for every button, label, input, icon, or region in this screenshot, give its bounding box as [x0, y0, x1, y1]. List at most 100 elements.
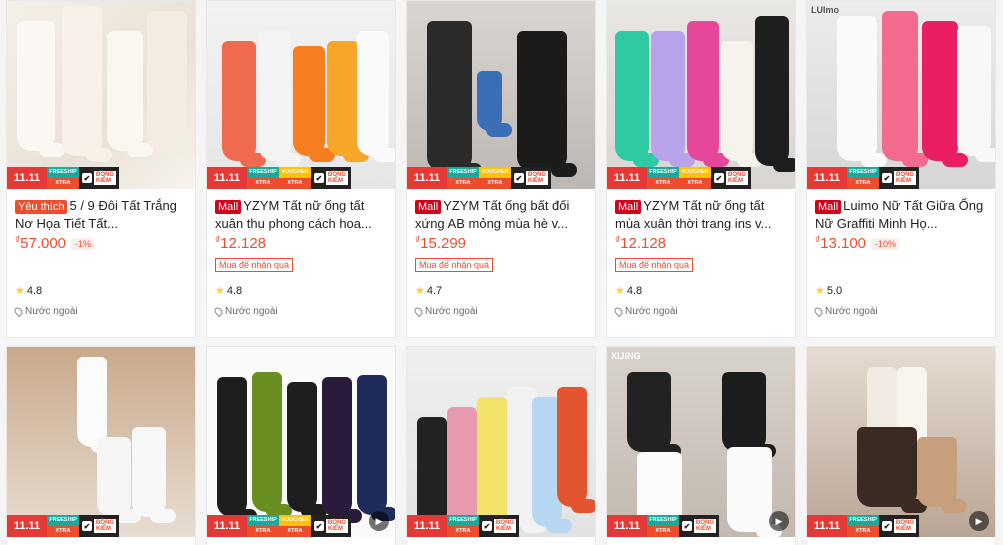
product-image[interactable]: LUImo 11.11 FREESHIP XTRA ✔ ĐỒNG KIỂM: [807, 1, 995, 189]
freeship-xtra-badge: FREESHIP XTRA: [647, 515, 679, 537]
product-image[interactable]: 11.11 FREESHIP XTRA VOUCHER XTRA ✔ ĐỒNG KIỂM ▶: [207, 347, 395, 537]
voucher-xtra-badge: VOUCHER XTRA: [679, 167, 711, 189]
promo-badges: 11.11 FREESHIP XTRA ✔ ĐỒNG KIỂM: [807, 167, 919, 189]
star-icon: ★: [215, 285, 225, 297]
sock-graphic: [77, 357, 117, 453]
mall-badge: Mall: [215, 200, 242, 214]
freeship-xtra-badge: FREESHIP XTRA: [247, 167, 279, 189]
sock-graphic: [252, 372, 292, 518]
sale-1111-badge: 11.11: [807, 167, 847, 189]
sock-graphic: [17, 21, 65, 157]
sock-graphic: [857, 427, 927, 513]
product-card[interactable]: 11.11 FREESHIP XTRA VOUCHER XTRA ✔ ĐỒNG KIỂM M…: [406, 0, 596, 338]
product-image[interactable]: 11.11 FREESHIP XTRA ✔ ĐỒNG KIỂM: [7, 347, 195, 537]
sale-1111-badge: 11.11: [407, 515, 447, 537]
product-image[interactable]: 11.11 FREESHIP XTRA VOUCHER XTRA ✔ ĐỒNG KIỂM: [407, 1, 595, 189]
product-image[interactable]: 11.11 FREESHIP XTRA VOUCHER XTRA ✔ ĐỒNG KIỂM: [607, 1, 795, 189]
sock-graphic: [477, 71, 512, 137]
product-price: ₫15.299: [415, 235, 467, 252]
product-card[interactable]: 11.11 FREESHIP XTRA VOUCHER XTRA ✔ ĐỒNG KIỂM ▶: [206, 346, 396, 545]
freeship-xtra-badge: FREESHIP XTRA: [47, 515, 79, 537]
product-card[interactable]: 11.11 FREESHIP XTRA ✔ ĐỒNG KIỂM Yêu thích 5 /…: [6, 0, 196, 338]
sock-graphic: [722, 372, 776, 458]
sock-graphic: [327, 41, 369, 162]
product-card[interactable]: LUImo 11.11 FREESHIP XTRA ✔ ĐỒNG KIỂM Mall Lu…: [806, 0, 996, 338]
favorite-badge: Yêu thích: [15, 200, 68, 214]
promo-badges: 11.11 FREESHIP XTRA VOUCHER XTRA ✔ ĐỒNG KIỂM: [207, 167, 351, 189]
promo-badges: 11.11 FREESHIP XTRA ✔ ĐỒNG KIỂM: [407, 515, 519, 537]
sale-1111-badge: 11.11: [607, 167, 647, 189]
gift-promo-label: Mua để nhận quà: [415, 258, 494, 272]
sale-1111-badge: 11.11: [407, 167, 447, 189]
promo-badges: 11.11 FREESHIP XTRA ✔ ĐỒNG KIỂM: [807, 515, 919, 537]
sock-graphic: [107, 31, 153, 157]
product-card[interactable]: 11.11 FREESHIP XTRA VOUCHER XTRA ✔ ĐỒNG KIỂM M…: [206, 0, 396, 338]
check-badge: ✔ ĐỒNG KIỂM: [879, 167, 919, 189]
sock-graphic: [727, 447, 782, 537]
product-title[interactable]: Mall Luimo Nữ Tất Giữa Ống Nữ Graffiti Mi…: [815, 197, 987, 233]
check-icon: ✔: [314, 173, 324, 183]
sale-1111-badge: 11.11: [607, 515, 647, 537]
star-icon: ★: [15, 285, 25, 297]
product-title[interactable]: Mall YZYM Tất ống bất đối xứng AB mỏng mù…: [415, 197, 587, 233]
freeship-xtra-badge: FREESHIP XTRA: [847, 167, 879, 189]
sock-graphic: [357, 375, 395, 521]
check-icon: ✔: [882, 173, 892, 183]
location: Nước ngoài: [12, 305, 78, 318]
product-card[interactable]: 11.11 FREESHIP XTRA VOUCHER XTRA ✔ ĐỒNG KIỂM M…: [606, 0, 796, 338]
voucher-xtra-badge: VOUCHER XTRA: [279, 167, 311, 189]
sock-graphic: [615, 31, 659, 167]
promo-badges: 11.11 FREESHIP XTRA ✔ ĐỒNG KIỂM: [7, 515, 119, 537]
sock-graphic: [477, 397, 517, 533]
sock-graphic: [217, 377, 257, 523]
check-badge: ✔ ĐỒNG KIỂM: [511, 167, 551, 189]
gift-promo-label: Mua để nhận quà: [215, 258, 294, 272]
rating: ★ 4.8: [15, 284, 43, 298]
product-card[interactable]: 11.11 FREESHIP XTRA ✔ ĐỒNG KIỂM: [406, 346, 596, 545]
product-title[interactable]: Yêu thích 5 / 9 Đôi Tất Trắng Nơ Họa Tiết…: [15, 197, 187, 233]
voucher-xtra-badge: VOUCHER XTRA: [479, 167, 511, 189]
play-video-icon[interactable]: ▶: [969, 511, 989, 531]
check-icon: ✔: [82, 521, 92, 531]
product-image[interactable]: 11.11 FREESHIP XTRA ✔ ĐỒNG KIỂM: [7, 1, 195, 189]
play-video-icon[interactable]: ▶: [769, 511, 789, 531]
product-card[interactable]: XIJING 11.11 FREESHIP XTRA ✔ ĐỒNG KIỂM ▶: [606, 346, 796, 545]
sale-1111-badge: 11.11: [207, 167, 247, 189]
sale-1111-badge: 11.11: [7, 167, 47, 189]
product-image[interactable]: 11.11 FREESHIP XTRA ✔ ĐỒNG KIỂM: [407, 347, 595, 537]
freeship-xtra-badge: FREESHIP XTRA: [47, 167, 79, 189]
mall-badge: Mall: [615, 200, 642, 214]
sock-graphic: [447, 407, 487, 533]
check-icon: ✔: [882, 521, 892, 531]
product-price: ₫13.100: [815, 235, 867, 252]
rating: ★ 4.8: [615, 284, 643, 298]
sock-graphic: [259, 31, 301, 167]
sock-graphic: [721, 41, 763, 167]
product-title[interactable]: Mall YZYM Tất nữ ống tất mùa xuân thời tr…: [615, 197, 787, 233]
location-pin-icon: [812, 305, 825, 318]
sock-graphic: [357, 31, 395, 162]
promo-badges: 11.11 FREESHIP XTRA VOUCHER XTRA ✔ ĐỒNG KIỂM: [207, 515, 351, 537]
product-image[interactable]: 11.11 FREESHIP XTRA ✔ ĐỒNG KIỂM ▶: [807, 347, 995, 537]
star-icon: ★: [415, 285, 425, 297]
sock-graphic: [917, 437, 967, 513]
sock-graphic: [755, 16, 795, 172]
sock-graphic: [687, 21, 729, 167]
check-icon: ✔: [682, 521, 692, 531]
product-image[interactable]: 11.11 FREESHIP XTRA VOUCHER XTRA ✔ ĐỒNG KIỂM: [207, 1, 395, 189]
freeship-xtra-badge: FREESHIP XTRA: [247, 515, 279, 537]
sock-graphic: [62, 6, 112, 162]
check-badge: ✔ ĐỒNG KIỂM: [479, 515, 519, 537]
location-pin-icon: [612, 305, 625, 318]
product-image[interactable]: XIJING 11.11 FREESHIP XTRA ✔ ĐỒNG KIỂM ▶: [607, 347, 795, 537]
product-card[interactable]: 11.11 FREESHIP XTRA ✔ ĐỒNG KIỂM: [6, 346, 196, 545]
check-icon: ✔: [514, 173, 524, 183]
sock-graphic: [322, 377, 362, 523]
play-video-icon[interactable]: ▶: [369, 511, 389, 531]
sock-graphic: [132, 427, 176, 523]
check-icon: ✔: [82, 173, 92, 183]
product-card[interactable]: 11.11 FREESHIP XTRA ✔ ĐỒNG KIỂM ▶: [806, 346, 996, 545]
product-title[interactable]: Mall YZYM Tất nữ ống tất xuân thu phong c…: [215, 197, 387, 233]
sale-1111-badge: 11.11: [807, 515, 847, 537]
location: Nước ngoài: [612, 305, 678, 318]
